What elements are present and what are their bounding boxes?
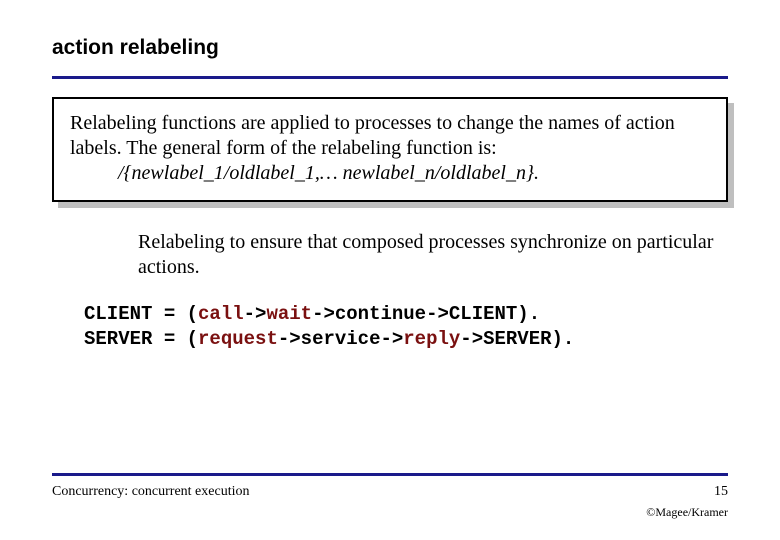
page-number: 15 <box>714 484 728 500</box>
code-line-client: CLIENT = (call->wait->continue->CLIENT). <box>84 302 728 327</box>
footer-credit: ©Magee/Kramer <box>646 505 728 520</box>
code-text: ->service-> <box>278 328 403 350</box>
definition-box: Relabeling functions are applied to proc… <box>52 97 728 202</box>
code-keyword-wait: wait <box>266 303 312 325</box>
footer-rule <box>52 473 728 476</box>
code-text: ->continue->CLIENT). <box>312 303 540 325</box>
code-text: CLIENT = ( <box>84 303 198 325</box>
definition-box-wrap: Relabeling functions are applied to proc… <box>52 97 728 202</box>
definition-formula: /{newlabel_1/oldlabel_1,… newlabel_n/old… <box>118 161 710 186</box>
code-line-server: SERVER = (request->service->reply->SERVE… <box>84 327 728 352</box>
code-block: CLIENT = (call->wait->continue->CLIENT).… <box>84 302 728 351</box>
slide: action relabeling Relabeling functions a… <box>0 0 780 540</box>
title-rule <box>52 76 728 79</box>
code-text: SERVER = ( <box>84 328 198 350</box>
definition-text: Relabeling functions are applied to proc… <box>70 111 710 161</box>
slide-title: action relabeling <box>52 36 728 66</box>
code-text: -> <box>244 303 267 325</box>
footer-left: Concurrency: concurrent execution <box>52 484 249 500</box>
code-keyword-request: request <box>198 328 278 350</box>
code-keyword-reply: reply <box>403 328 460 350</box>
code-text: ->SERVER). <box>460 328 574 350</box>
code-keyword-call: call <box>198 303 244 325</box>
explanation-text: Relabeling to ensure that composed proce… <box>138 230 728 280</box>
